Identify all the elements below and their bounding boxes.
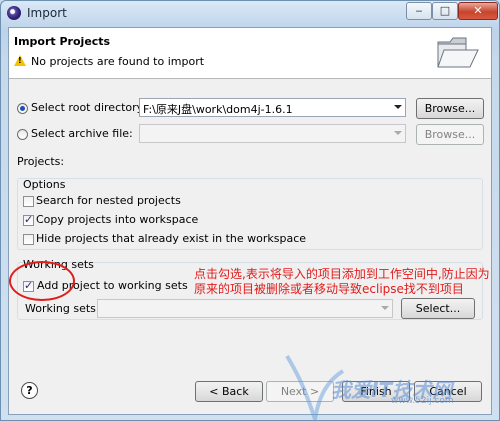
chevron-down-icon (394, 131, 402, 135)
warning-icon (14, 55, 26, 66)
annotation-highlight-ellipse (9, 261, 75, 301)
select-working-sets-button[interactable]: Select... (401, 298, 475, 319)
annotation-text: 点击勾选,表示将导入的项目添加到工作空间中,防止因为原来的项目被删除或者移动导致… (194, 267, 490, 296)
options-title: Options (23, 178, 66, 191)
watermark-url: www.52ij.com (391, 396, 454, 406)
search-nested-checkbox[interactable] (23, 196, 34, 207)
browse-root-button[interactable]: Browse... (416, 98, 484, 119)
root-directory-radio[interactable] (17, 103, 28, 114)
hide-projects-checkbox[interactable] (23, 234, 34, 245)
archive-file-combo[interactable] (139, 124, 406, 143)
minimize-button[interactable]: ‒ (406, 2, 432, 20)
maximize-button[interactable]: □ (432, 2, 458, 20)
hide-projects-label[interactable]: Hide projects that already exist in the … (36, 232, 306, 245)
root-directory-value: F:\原来J盘\work\dom4j-1.6.1 (143, 103, 293, 116)
chevron-down-icon[interactable] (394, 105, 402, 109)
copy-projects-checkbox[interactable] (23, 213, 34, 226)
import-dialog: Import ‒ □ ✕ Import Projects No projects… (0, 0, 500, 421)
header-message: No projects are found to import (31, 55, 205, 68)
copy-projects-label[interactable]: Copy projects into workspace (36, 213, 198, 226)
root-directory-combo[interactable]: F:\原来J盘\work\dom4j-1.6.1 (139, 98, 406, 117)
back-button[interactable]: < Back (195, 381, 263, 402)
help-icon[interactable]: ? (21, 382, 38, 399)
folder-icon (437, 37, 479, 68)
search-nested-label[interactable]: Search for nested projects (36, 194, 181, 207)
chevron-down-icon (381, 306, 389, 310)
page-title: Import Projects (14, 35, 111, 48)
archive-file-label: Select archive file: (31, 127, 133, 140)
title-bar: Import ‒ □ ✕ (1, 1, 499, 26)
close-button[interactable]: ✕ (458, 2, 498, 20)
browse-archive-button[interactable]: Browse... (416, 124, 484, 145)
projects-label: Projects: (17, 155, 65, 168)
dialog-body: Import Projects No projects are found to… (8, 27, 492, 415)
wizard-header: Import Projects No projects are found to… (9, 28, 491, 79)
working-sets-label: Working sets: (25, 302, 100, 315)
window-title: Import (27, 6, 67, 20)
archive-file-radio[interactable] (17, 129, 28, 140)
working-sets-combo[interactable] (97, 299, 393, 318)
eclipse-icon (7, 6, 21, 20)
root-directory-label: Select root directory: (31, 101, 147, 114)
